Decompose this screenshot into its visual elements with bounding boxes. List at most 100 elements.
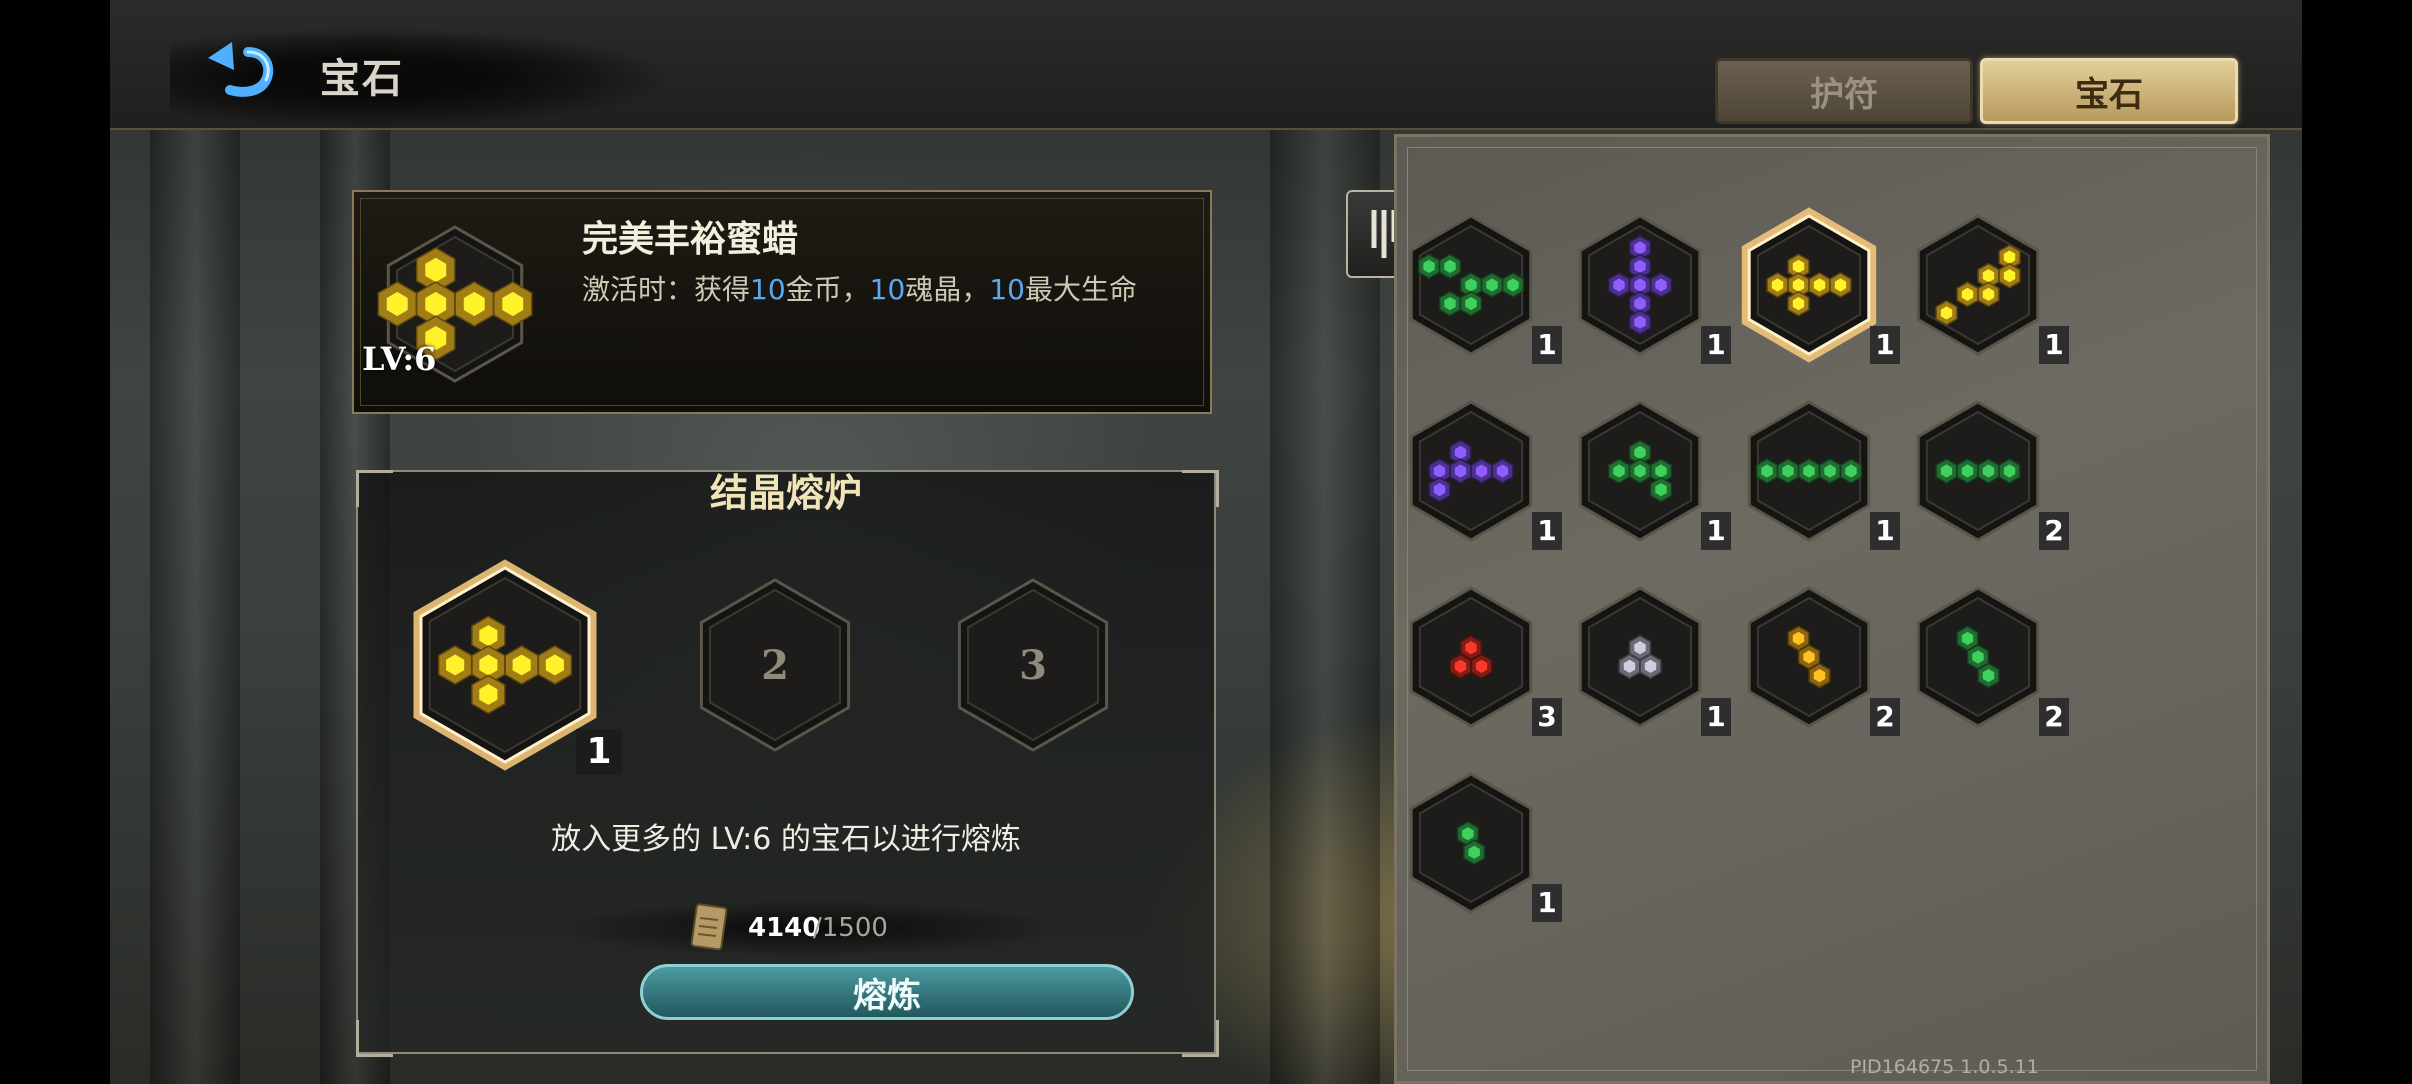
gem-hexagon-frame [1409, 586, 1533, 728]
gem-crystal [1935, 458, 1958, 484]
gem-hexagon-frame [1747, 586, 1871, 728]
gem-crystal [1956, 458, 1979, 484]
gem-count: 1 [2039, 326, 2069, 364]
furnace-slot-1[interactable]: 1 [400, 535, 622, 795]
inventory-gem-slot[interactable]: 2 [1901, 572, 2069, 742]
furnace-title: 结晶熔炉 [709, 471, 862, 515]
background-pillar [150, 130, 240, 1084]
gem-crystal [1449, 653, 1472, 680]
inventory-gem-slot[interactable]: 1 [1563, 572, 1731, 742]
inventory-gem-slot[interactable]: 1 [1394, 758, 1562, 928]
gem-hexagon-frame [1747, 400, 1871, 542]
gem-crystal [1956, 281, 1979, 308]
gem-hexagon-frame [1409, 772, 1533, 914]
gem-crystal [1501, 272, 1525, 298]
gem-count: 1 [1870, 512, 1900, 550]
gem-count: 2 [2039, 698, 2069, 736]
desc-value: 10 [989, 273, 1025, 306]
gem-crystal [1977, 458, 2000, 484]
inventory-gem-slot[interactable]: 2 [1732, 572, 1900, 742]
inventory-gem-slot[interactable]: 1 [1901, 200, 2069, 370]
gem-crystal [1998, 262, 2021, 289]
desc-value: 10 [869, 273, 906, 306]
gem-hexagon-frame: 3 [957, 578, 1109, 752]
gem-crystal [1649, 272, 1673, 298]
cost-required: /1500 [813, 913, 888, 943]
build-id-label: PID164675 1.0.5.11 [1850, 1056, 2039, 1078]
page-title: 宝石 [320, 56, 404, 102]
gem-hexagon-frame [1409, 400, 1533, 542]
gem-crystal [1977, 281, 2000, 308]
gem-hexagon-frame [1741, 207, 1877, 363]
gem-crystal [1808, 662, 1831, 689]
gem-crystal [1480, 272, 1504, 298]
gem-name: 完美丰裕蜜蜡 [582, 219, 799, 260]
gem-description: 激活时：获得10金币，10魂晶，10最大生命 [582, 268, 1137, 308]
inventory-gem-slot[interactable]: 1 [1394, 386, 1562, 556]
gem-crystal [1808, 272, 1831, 298]
gem-crystal [1628, 309, 1652, 336]
game-screen: 宝石 护符 宝石 LV:6 完美丰裕蜜蜡 激活时：获得10金币，10魂晶，10最… [110, 0, 2302, 1084]
gem-hexagon-frame [1916, 586, 2040, 728]
smelt-button[interactable]: 熔炼 [640, 964, 1134, 1020]
desc-text: 魂晶， [905, 273, 990, 306]
gem-crystal [1839, 458, 1863, 484]
gem-count: 1 [1701, 698, 1731, 736]
back-button[interactable] [200, 40, 280, 106]
furnace-slot-2[interactable]: 2 [682, 558, 868, 772]
gem-count: 1 [1532, 884, 1562, 922]
gem-crystal [1818, 458, 1842, 484]
gem-crystal [1438, 253, 1462, 280]
gem-count: 1 [1701, 512, 1731, 550]
desc-text: 金币， [785, 273, 870, 306]
gem-hexagon-frame [1578, 214, 1702, 356]
desc-value: 10 [750, 273, 786, 306]
scroll-icon [690, 903, 728, 951]
gem-crystal [1787, 290, 1810, 317]
gem-crystal [1618, 653, 1641, 680]
gem-count: 2 [2039, 512, 2069, 550]
inventory-gem-slot[interactable]: 2 [1901, 386, 2069, 556]
tab-amulet[interactable]: 护符 [1715, 58, 1973, 124]
slot-number: 3 [1019, 642, 1047, 689]
gem-level: LV:6 [362, 340, 437, 378]
panel-corner-ornament [1182, 1020, 1219, 1057]
gem-crystal [1776, 458, 1800, 484]
gem-crystal [1639, 653, 1662, 680]
desc-text: 激活时：获得 [582, 273, 751, 306]
gem-crystal [1459, 290, 1483, 317]
gem-crystal [1449, 458, 1472, 484]
inventory-gem-slot[interactable]: 1 [1732, 386, 1900, 556]
inventory-gem-slot[interactable]: 3 [1394, 572, 1562, 742]
gem-crystal [1628, 458, 1652, 484]
gem-crystal [1428, 476, 1451, 503]
panel-corner-ornament [356, 1020, 393, 1057]
gem-hexagon-frame [1578, 400, 1702, 542]
gem-crystal [1463, 839, 1486, 866]
gem-crystal [1977, 662, 2000, 689]
gem-crystal [1491, 458, 1514, 484]
gem-hexagon-frame [1916, 214, 2040, 356]
slot-number: 2 [761, 642, 789, 689]
gem-count: 3 [1532, 698, 1562, 736]
cost-current: 4140 [748, 913, 821, 943]
inventory-gem-slot[interactable]: 1 [1732, 200, 1900, 370]
gem-crystal [1935, 300, 1958, 326]
gem-count: 2 [1870, 698, 1900, 736]
furnace-hint: 放入更多的 LV:6 的宝石以进行熔炼 [551, 822, 1021, 857]
inventory-gem-slot[interactable]: 1 [1563, 386, 1731, 556]
gem-crystal [1438, 290, 1462, 317]
gem-crystal [1755, 458, 1779, 484]
gem-count: 1 [1701, 326, 1731, 364]
gem-crystal [1998, 458, 2021, 484]
gem-hexagon-frame [1409, 214, 1533, 356]
inventory-gem-slot[interactable]: 1 [1394, 200, 1562, 370]
gem-crystal [1470, 458, 1493, 484]
gem-hexagon-frame [1578, 586, 1702, 728]
tab-gem[interactable]: 宝石 [1980, 58, 2238, 124]
desc-text: 最大生命 [1024, 273, 1137, 306]
inventory-gem-slot[interactable]: 1 [1563, 200, 1731, 370]
gem-crystal [1607, 458, 1631, 484]
furnace-slot-3[interactable]: 3 [940, 558, 1126, 772]
gem-crystal [1766, 272, 1789, 298]
